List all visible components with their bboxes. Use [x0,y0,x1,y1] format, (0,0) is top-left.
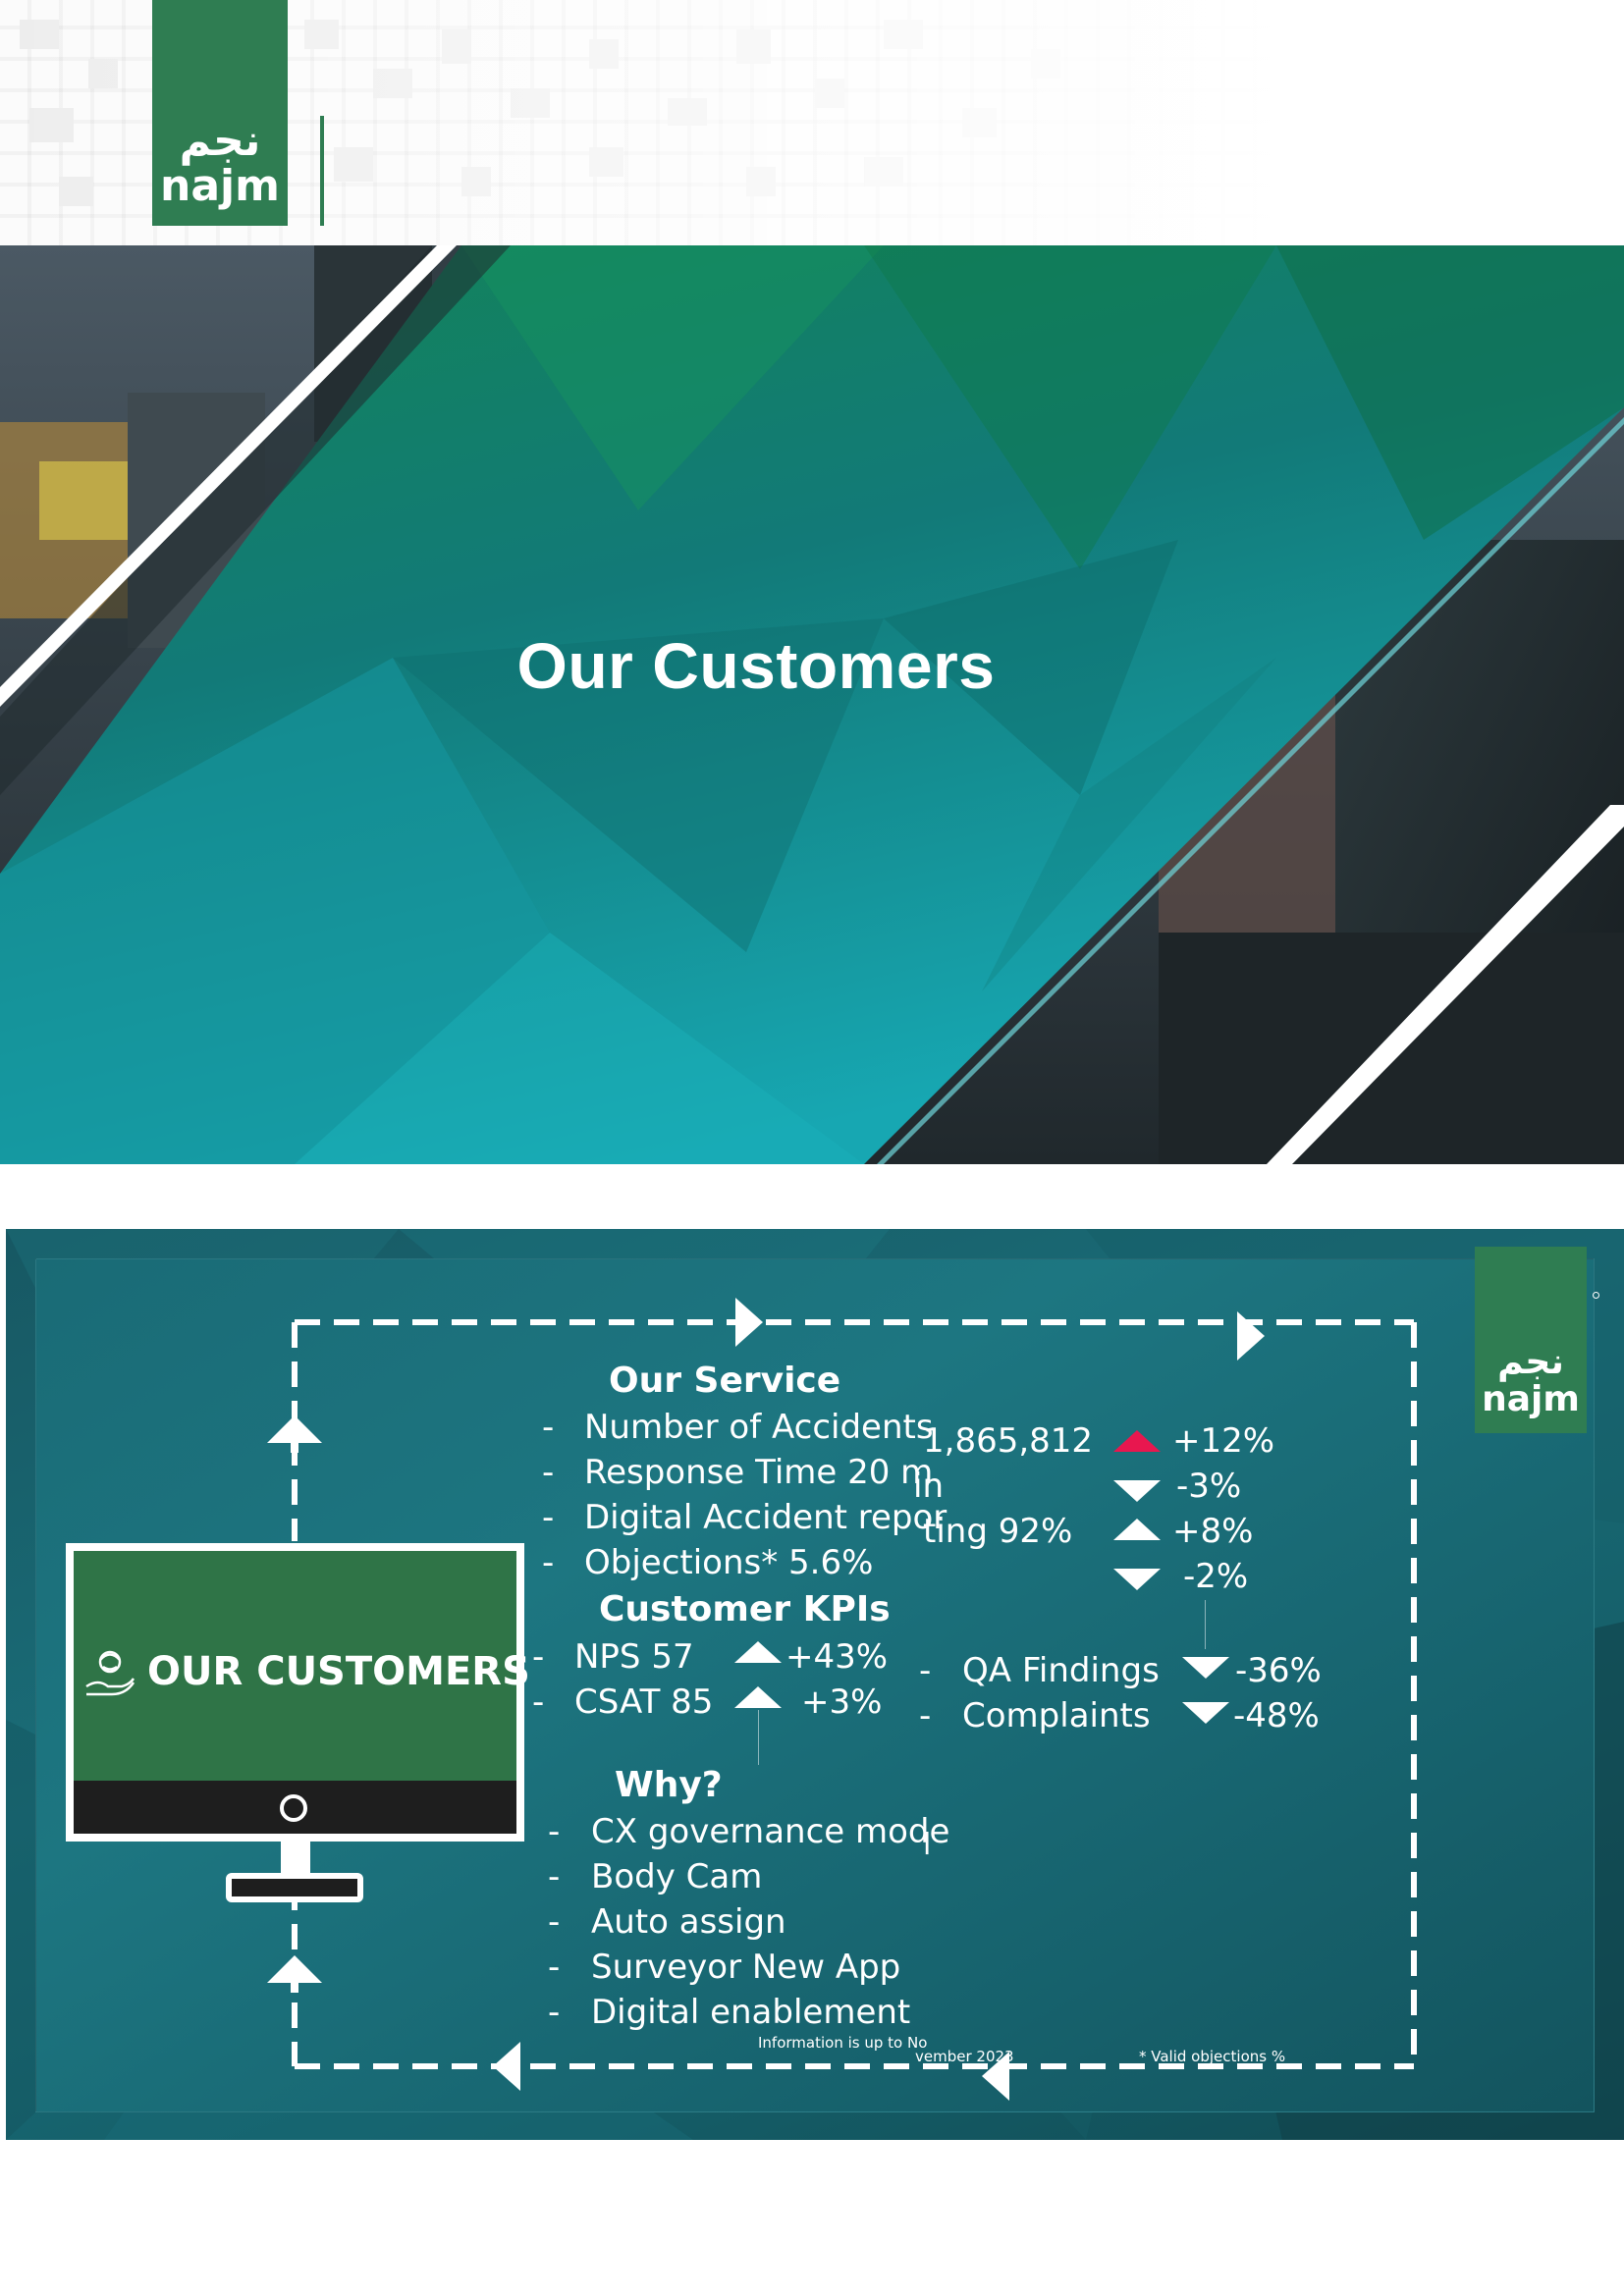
logo-dot [1593,1292,1599,1299]
kpi-item-label: Complaints [962,1696,1151,1735]
service-item-label: Response Time 20 m [584,1453,934,1492]
service-item-label: Objections* 5.6% [584,1543,874,1582]
cover-artwork [0,245,1624,1164]
cover-banner [0,245,1624,1164]
info-note-continued: vember 2023 [915,2048,1014,2065]
monitor-label: OUR CUSTOMERS [147,1649,530,1694]
why-item-label: Digital enablement [591,1993,911,2032]
kpi-item-label: CSAT 85 [574,1682,714,1722]
arrow-right-icon [1237,1311,1265,1361]
valid-objections-note: * Valid objections % [1139,2048,1286,2065]
list-dash: - [548,1812,561,1851]
service-item-label: Number of Accidents [584,1408,934,1447]
list-dash: - [542,1408,555,1447]
arrow-up-icon [267,1955,322,1993]
arrow-up-icon [267,1415,322,1453]
arrow-up-icon [1113,1430,1161,1452]
slide-najm-logo: نجم najm [1475,1247,1587,1433]
list-dash: - [919,1651,932,1690]
connector-line [758,1710,759,1765]
list-dash: - [919,1696,932,1735]
arrow-right-icon [735,1298,763,1347]
customer-care-icon [85,1650,135,1696]
service-item-value: 1,865,812 [923,1421,1094,1461]
service-item-change: +12% [1172,1421,1275,1461]
service-item-change: +8% [1172,1512,1254,1551]
why-item-tail: l [923,1828,932,1862]
list-dash: - [548,1902,561,1942]
kpi-item-change: -36% [1235,1651,1322,1690]
why-item-label: CX governance mode [591,1812,950,1851]
list-dash: - [548,1857,561,1896]
info-note: Information is up to No [758,2034,928,2052]
najm-logo: نجم najm [152,0,288,226]
list-dash: - [532,1637,545,1677]
logo-divider [320,116,324,226]
kpi-item-change: +43% [785,1637,889,1677]
why-item-label: Auto assign [591,1902,786,1942]
service-item-label: Digital Accident repor [584,1498,947,1537]
service-heading: Our Service [609,1361,841,1401]
connector-line [1205,1600,1206,1649]
service-item-change: -2% [1183,1557,1249,1596]
monitor-stand [226,1873,363,1902]
service-item-value: ting 92% [923,1512,1073,1551]
arrow-down-icon [1182,1702,1229,1724]
why-item-label: Body Cam [591,1857,763,1896]
kpi-heading: Customer KPIs [599,1589,891,1629]
kpi-item-change: -48% [1233,1696,1320,1735]
list-dash: - [542,1498,555,1537]
kpi-item-label: NPS 57 [574,1637,694,1677]
list-dash: - [542,1453,555,1492]
arrow-up-icon [1113,1519,1161,1540]
list-dash: - [542,1543,555,1582]
arrow-up-icon [734,1686,782,1708]
why-item-label: Surveyor New App [591,1948,901,1987]
arrow-down-icon [1182,1657,1229,1679]
arrow-down-icon [1113,1480,1161,1502]
kpi-item-change: +3% [801,1682,883,1722]
cover-title: Our Customers [516,629,996,702]
arrow-down-icon [1113,1569,1161,1590]
arrow-left-icon [493,2042,520,2091]
service-item-change: -3% [1176,1467,1242,1506]
list-dash: - [548,1993,561,2032]
monitor-neck [281,1842,310,1875]
list-dash: - [548,1948,561,1987]
kpi-item-label: QA Findings [962,1651,1160,1690]
arrow-up-icon [734,1641,782,1663]
monitor-power-icon [280,1794,307,1822]
why-heading: Why? [615,1765,723,1805]
list-dash: - [532,1682,545,1722]
